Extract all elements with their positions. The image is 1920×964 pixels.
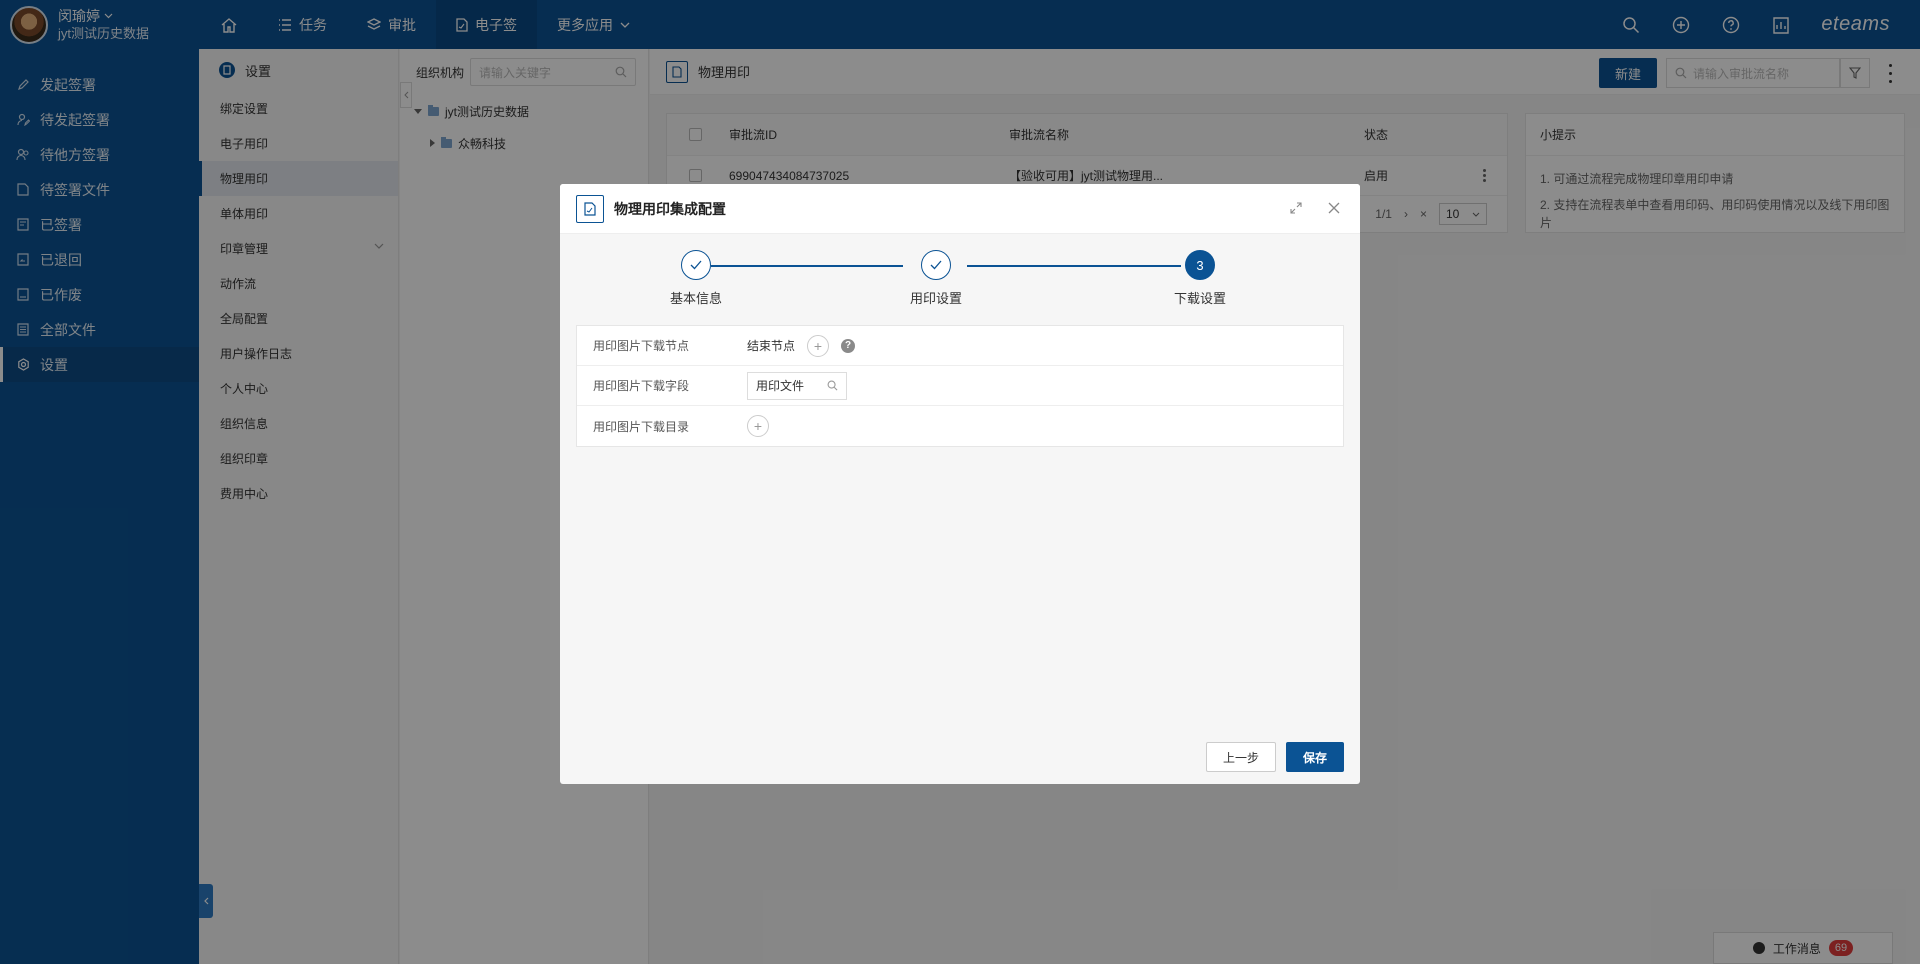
add-directory-button[interactable]: +: [747, 415, 769, 437]
check-icon: [681, 250, 711, 280]
step-seal-settings[interactable]: 用印设置: [876, 250, 996, 307]
step-download-settings[interactable]: 3 下载设置: [1140, 250, 1260, 307]
save-button[interactable]: 保存: [1286, 742, 1344, 772]
form-row-download-node: 用印图片下载节点 结束节点 + ?: [577, 326, 1343, 366]
add-node-button[interactable]: +: [807, 334, 830, 357]
document-icon: [576, 194, 604, 223]
download-settings-form: 用印图片下载节点 结束节点 + ? 用印图片下载字段 用印文件 用印图片下载目录…: [576, 325, 1344, 447]
step-basic-info[interactable]: 基本信息: [636, 250, 756, 307]
close-icon[interactable]: [1326, 200, 1342, 216]
download-field-browser[interactable]: 用印文件: [747, 371, 847, 400]
download-node-value: 结束节点: [747, 339, 796, 353]
integration-config-modal: 物理用印集成配置 基本信息 用印设置 3 下载设置 用印图片下载节点 结束节点 …: [560, 184, 1360, 784]
help-icon[interactable]: ?: [841, 338, 856, 353]
check-icon: [921, 250, 951, 280]
expand-icon[interactable]: [1288, 200, 1304, 216]
form-row-download-dir: 用印图片下载目录 +: [577, 406, 1343, 446]
search-icon: [827, 380, 838, 391]
prev-step-button[interactable]: 上一步: [1206, 742, 1276, 772]
form-row-download-field: 用印图片下载字段 用印文件: [577, 366, 1343, 406]
modal-title: 物理用印集成配置: [614, 200, 726, 217]
step-indicator: 基本信息 用印设置 3 下载设置: [560, 234, 1360, 324]
step-number: 3: [1185, 250, 1215, 280]
